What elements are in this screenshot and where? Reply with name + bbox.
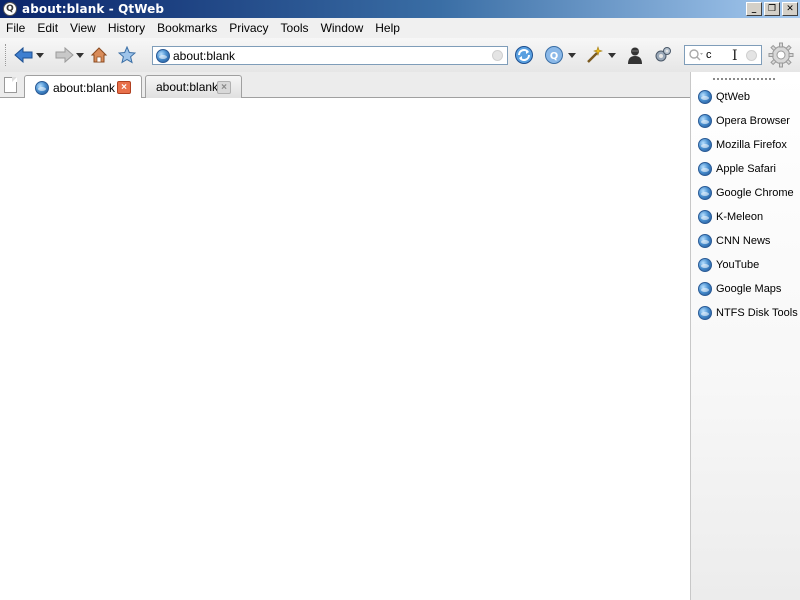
qtweb-menu-button[interactable]: Q [544,43,564,67]
menu-view[interactable]: View [64,21,102,35]
menu-edit[interactable]: Edit [31,21,64,35]
bookmark-label: Apple Safari [716,163,776,175]
bookmark-label: Google Maps [716,283,782,295]
menu-file[interactable]: File [0,21,31,35]
preferences-button[interactable] [768,42,794,68]
reload-button[interactable] [514,43,534,67]
bookmark-globe-icon [698,210,712,224]
tab-label: about:blank [53,80,116,95]
privacy-button[interactable] [625,43,645,67]
bookmark-globe-icon [698,258,712,272]
bookmark-label: Mozilla Firefox [716,139,787,151]
bookmark-globe-icon [698,114,712,128]
reload-icon [515,46,533,64]
tab-globe-icon [35,80,49,95]
bookmark-label: K-Meleon [716,211,764,223]
bookmark-item[interactable]: Apple Safari [698,160,776,178]
restore-button[interactable]: ❐ [764,2,780,16]
title-bar[interactable]: Q about:blank - QtWeb _ ❐ ✕ [0,0,800,18]
tab-bar: about:blank × about:blank × [0,72,690,99]
address-clear-icon[interactable] [492,50,503,61]
home-button[interactable] [90,43,108,67]
close-button[interactable]: ✕ [782,2,798,16]
bookmark-item[interactable]: QtWeb [698,88,750,106]
page-content-area[interactable] [0,98,690,600]
bookmark-item[interactable]: YouTube [698,256,759,274]
menu-help[interactable]: Help [369,21,406,35]
bookmark-globe-icon [698,282,712,296]
minimize-button[interactable]: _ [746,2,762,16]
menu-bookmarks[interactable]: Bookmarks [151,21,223,35]
search-clear-icon[interactable] [746,50,757,61]
magic-wand-icon [587,46,603,63]
back-arrow-icon [14,46,33,64]
bookmark-item[interactable]: CNN News [698,232,770,250]
bookmark-label: Google Chrome [716,187,794,199]
user-silhouette-icon [628,47,642,64]
bookmark-globe-icon [698,162,712,176]
gears-icon [655,47,671,62]
bookmark-label: QtWeb [716,91,751,103]
forward-button[interactable] [54,43,74,67]
search-box[interactable]: I [684,45,762,65]
home-icon [90,47,108,63]
menu-bar: File Edit View History Bookmarks Privacy… [0,18,800,38]
bookmark-item[interactable]: Google Maps [698,280,781,298]
star-icon [118,46,136,64]
gear-icon [768,42,794,68]
window-controls: _ ❐ ✕ [746,2,798,16]
svg-text:Q: Q [550,51,559,62]
menu-history[interactable]: History [102,21,151,35]
bookmark-label: CNN News [716,235,771,247]
bookmark-globe-icon [698,90,712,104]
address-bar[interactable] [152,46,508,65]
sidebar-drag-handle[interactable] [713,78,775,80]
site-globe-icon [156,48,170,63]
menu-tools[interactable]: Tools [275,21,315,35]
qtweb-menu-dropdown[interactable] [566,43,578,67]
bookmark-label: NTFS Disk Tools [716,307,798,319]
forward-history-dropdown[interactable] [74,43,86,67]
search-icon [689,49,703,61]
bookmark-item[interactable]: NTFS Disk Tools [698,304,798,322]
settings-gears-button[interactable] [653,43,673,67]
back-history-dropdown[interactable] [34,43,46,67]
tab-label: about:blank [156,80,219,94]
qtweb-logo-icon: Q [545,46,563,64]
menu-privacy[interactable]: Privacy [223,21,274,35]
magic-wand-dropdown[interactable] [606,43,618,67]
bookmark-globe-icon [698,186,712,200]
bookmark-item[interactable]: Opera Browser [698,112,790,130]
tab-close-icon[interactable]: × [217,81,231,94]
toolbar-grip-icon[interactable] [5,44,8,66]
tab-active[interactable]: about:blank × [24,75,142,99]
bookmark-label: YouTube [716,259,760,271]
new-tab-icon[interactable] [4,77,17,93]
window-title: about:blank - QtWeb [22,2,165,16]
forward-arrow-icon [55,46,74,64]
menu-window[interactable]: Window [315,21,370,35]
bookmark-globe-icon [698,234,712,248]
bookmark-label: Opera Browser [716,115,790,127]
bookmark-item[interactable]: K-Meleon [698,208,763,226]
tab-inactive[interactable]: about:blank × [145,75,242,98]
address-input[interactable] [173,48,493,63]
bookmarks-sidebar: QtWeb Opera Browser Mozilla Firefox Appl… [690,72,800,600]
back-button[interactable] [14,43,34,67]
text-cursor-icon: I [732,48,738,64]
bookmark-globe-icon [698,306,712,320]
bookmark-item[interactable]: Google Chrome [698,184,794,202]
navigation-toolbar: Q I [0,38,800,72]
tab-close-icon[interactable]: × [117,81,131,94]
bookmark-star-button[interactable] [118,43,136,67]
bookmark-item[interactable]: Mozilla Firefox [698,136,787,154]
magic-wand-button[interactable] [584,43,604,67]
bookmark-globe-icon [698,138,712,152]
qtweb-app-icon[interactable]: Q [3,2,17,16]
